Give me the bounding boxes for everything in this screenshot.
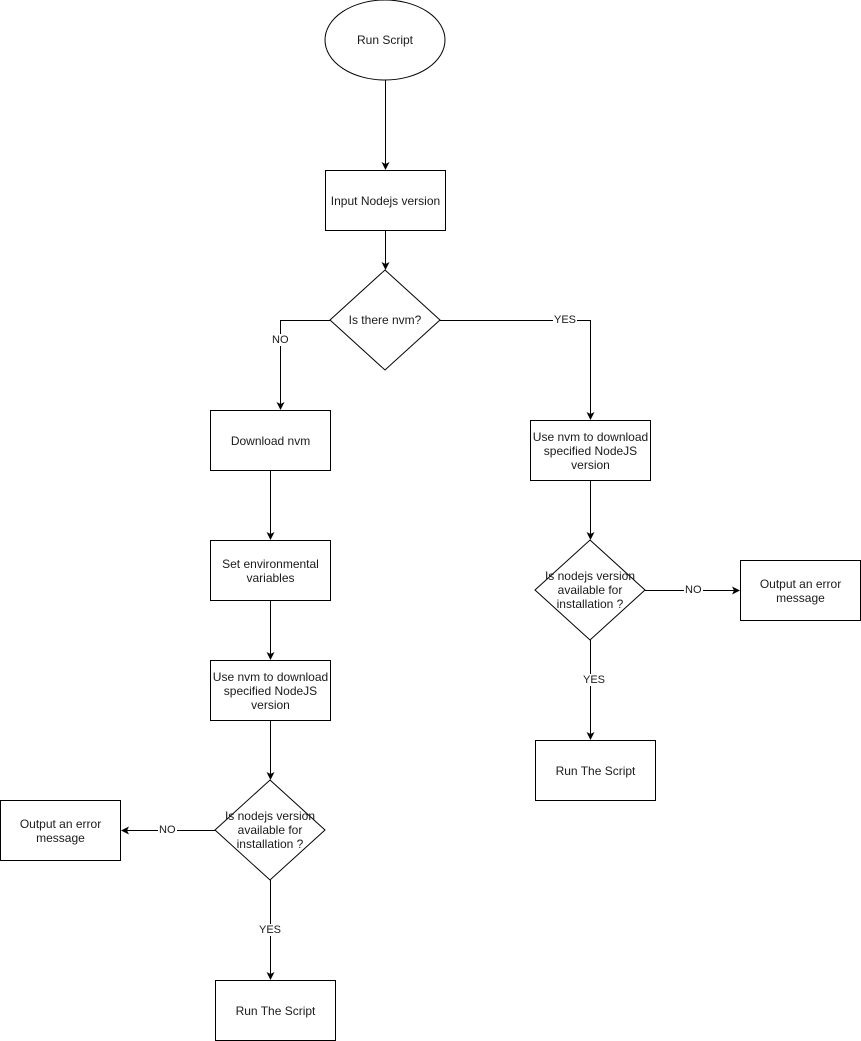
edge-label-no-left: NO <box>158 824 177 836</box>
edge-label-no-top: NO <box>271 334 290 346</box>
set-env-label: Set environmental variables <box>222 556 319 585</box>
input-label: Input Nodejs version <box>330 193 441 208</box>
right-use-nvm-label: Use nvm to download specified NodeJS ver… <box>532 429 649 472</box>
edge-hasnvm-yes <box>440 320 595 420</box>
edge-label-yes-right: YES <box>582 674 607 686</box>
left-run-label: Run The Script <box>235 1003 316 1018</box>
download-nvm-label: Download nvm <box>230 433 311 448</box>
left-available-label: Is nodejs version available for installa… <box>224 809 316 851</box>
right-error-label: Output an error message <box>759 576 842 605</box>
start-label: Run Script <box>356 33 414 47</box>
flowchart-canvas <box>0 0 861 1041</box>
has-nvm-label: Is there nvm? <box>348 313 422 327</box>
right-available-label: Is nodejs version available for installa… <box>544 569 636 611</box>
edge-label-yes-left: YES <box>258 924 283 936</box>
right-run-label: Run The Script <box>555 763 636 778</box>
left-error-label: Output an error message <box>19 816 102 845</box>
edge-label-yes-top: YES <box>553 314 578 326</box>
edge-label-no-right: NO <box>684 584 703 596</box>
left-use-nvm-label: Use nvm to download specified NodeJS ver… <box>212 669 329 712</box>
